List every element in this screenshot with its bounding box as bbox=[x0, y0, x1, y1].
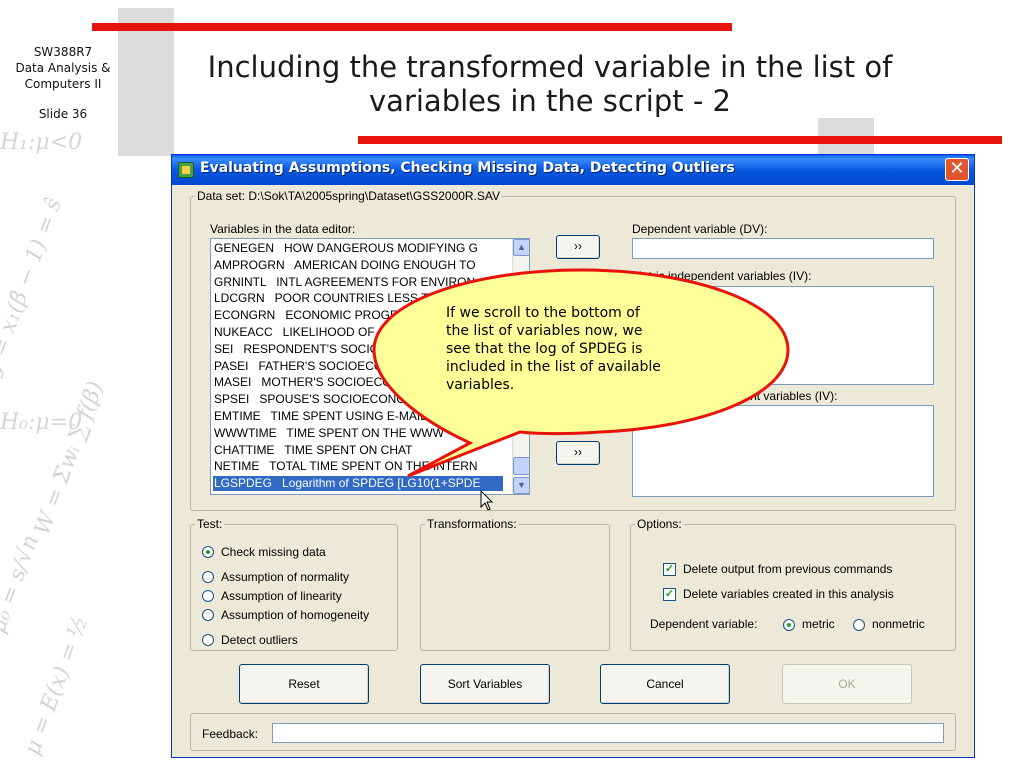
radio-homogeneity[interactable] bbox=[202, 609, 214, 621]
dv-field[interactable] bbox=[632, 238, 934, 259]
callout-line: variables. bbox=[446, 377, 515, 393]
decor-red-bar-bottom bbox=[358, 136, 1002, 144]
transformations-group: Transformations: bbox=[420, 517, 610, 651]
dialog-title: Evaluating Assumptions, Checking Missing… bbox=[200, 160, 735, 176]
slide-title: Including the transformed variable in th… bbox=[180, 50, 920, 118]
dialog-titlebar[interactable]: Evaluating Assumptions, Checking Missing… bbox=[172, 155, 974, 185]
scroll-up-button[interactable]: ▲ bbox=[513, 239, 529, 256]
close-icon: ✕ bbox=[949, 158, 965, 179]
test-legend: Test: bbox=[197, 517, 223, 531]
variable-list-item[interactable]: CHATTIME TIME SPENT ON CHAT bbox=[214, 443, 504, 458]
course-name-line3: Computers II bbox=[24, 77, 102, 91]
variable-list-item[interactable]: WWWTIME TIME SPENT ON THE WWW bbox=[214, 426, 504, 441]
variable-list-item[interactable]: GENEGEN HOW DANGEROUS MODIFYING G bbox=[214, 241, 504, 256]
slide-number: Slide 36 bbox=[38, 107, 88, 121]
variable-list-item[interactable]: AMPROGRN AMERICAN DOING ENOUGH TO bbox=[214, 258, 504, 273]
delete-vars-label: Delete variables created in this analysi… bbox=[683, 587, 894, 601]
script-dialog: Evaluating Assumptions, Checking Missing… bbox=[171, 154, 975, 758]
cancel-button[interactable]: Cancel bbox=[600, 664, 730, 704]
test-option-label: Detect outliers bbox=[221, 633, 298, 647]
feedback-label: Feedback: bbox=[202, 727, 259, 741]
metric-label: metric bbox=[802, 617, 835, 631]
sort-variables-button[interactable]: Sort Variables bbox=[420, 664, 550, 704]
scroll-down-button[interactable]: ▼ bbox=[513, 477, 529, 494]
callout-line: see that the log of SPDEG is bbox=[446, 341, 643, 357]
metric-iv-label: Metric independent variables (IV): bbox=[632, 269, 812, 283]
scroll-thumb[interactable] bbox=[513, 457, 529, 475]
variable-list-item[interactable]: EMTIME TIME SPENT USING E-MAIL bbox=[214, 409, 504, 424]
mouse-pointer-icon bbox=[480, 490, 494, 511]
close-button[interactable]: ✕ bbox=[945, 158, 969, 181]
nonmetric-label: nonmetric bbox=[872, 617, 925, 631]
radio-outliers[interactable] bbox=[202, 634, 214, 646]
test-option-label: Assumption of linearity bbox=[221, 589, 342, 603]
callout-line: included in the list of available bbox=[446, 359, 661, 375]
variable-list-item[interactable]: NETIME TOTAL TIME SPENT ON THE INTERN bbox=[214, 459, 504, 474]
delete-output-label: Delete output from previous commands bbox=[683, 562, 893, 576]
callout-line: the list of variables now, we bbox=[446, 323, 643, 339]
radio-metric[interactable] bbox=[783, 619, 795, 631]
app-icon bbox=[178, 162, 194, 178]
test-group: Test: bbox=[190, 517, 398, 651]
radio-linearity[interactable] bbox=[202, 590, 214, 602]
variable-list-item[interactable]: GRNINTL INTL AGREEMENTS FOR ENVIRON bbox=[214, 275, 504, 290]
slide-title-line2: variables in the script - 2 bbox=[369, 84, 731, 118]
move-to-dv-button[interactable]: ›› bbox=[556, 235, 600, 259]
variable-list-item[interactable]: SPSEI SPOUSE'S SOCIOECONOMIC bbox=[214, 392, 504, 407]
test-option-label: Assumption of homogeneity bbox=[221, 608, 370, 622]
course-code: SW388R7 bbox=[33, 45, 93, 59]
course-info: SW388R7 Data Analysis & Computers II Sli… bbox=[4, 44, 122, 122]
dataset-label: Data set: D:\Sok\TA\2005spring\Dataset\G… bbox=[197, 189, 501, 203]
variables-label: Variables in the data editor: bbox=[210, 222, 356, 236]
feedback-field[interactable] bbox=[272, 723, 944, 743]
decor-red-bar-top bbox=[92, 23, 732, 31]
delete-vars-checkbox[interactable]: ✓ bbox=[663, 588, 676, 601]
move-to-nonmetric-button[interactable]: ›› bbox=[556, 441, 600, 465]
callout-text: If we scroll to the bottom of the list o… bbox=[446, 304, 736, 394]
math-background: H₁:μ<0 y = x₁(β̂ − 1) = ŝ W = Σwᵢ ∑ f(β)… bbox=[0, 130, 109, 759]
radio-check-missing[interactable] bbox=[202, 546, 214, 558]
variable-list-item[interactable]: LGSPDEG Logarithm of SPDEG [LG10(1+SPDE bbox=[213, 476, 503, 492]
options-legend: Options: bbox=[637, 517, 682, 531]
ok-button[interactable]: OK bbox=[782, 664, 912, 704]
slide-title-line1: Including the transformed variable in th… bbox=[207, 50, 893, 84]
delete-output-checkbox[interactable]: ✓ bbox=[663, 563, 676, 576]
radio-nonmetric[interactable] bbox=[853, 619, 865, 631]
reset-button[interactable]: Reset bbox=[239, 664, 369, 704]
radio-normality[interactable] bbox=[202, 571, 214, 583]
callout-line: If we scroll to the bottom of bbox=[446, 305, 640, 321]
dv-label: Dependent variable (DV): bbox=[632, 222, 768, 236]
nonmetric-iv-listbox[interactable] bbox=[632, 405, 934, 497]
test-option-label: Check missing data bbox=[221, 545, 326, 559]
course-name-line2: Data Analysis & bbox=[15, 61, 111, 75]
test-option-label: Assumption of normality bbox=[221, 570, 350, 584]
transformations-legend: Transformations: bbox=[427, 517, 517, 531]
dep-var-type-label: Dependent variable: bbox=[650, 617, 758, 631]
